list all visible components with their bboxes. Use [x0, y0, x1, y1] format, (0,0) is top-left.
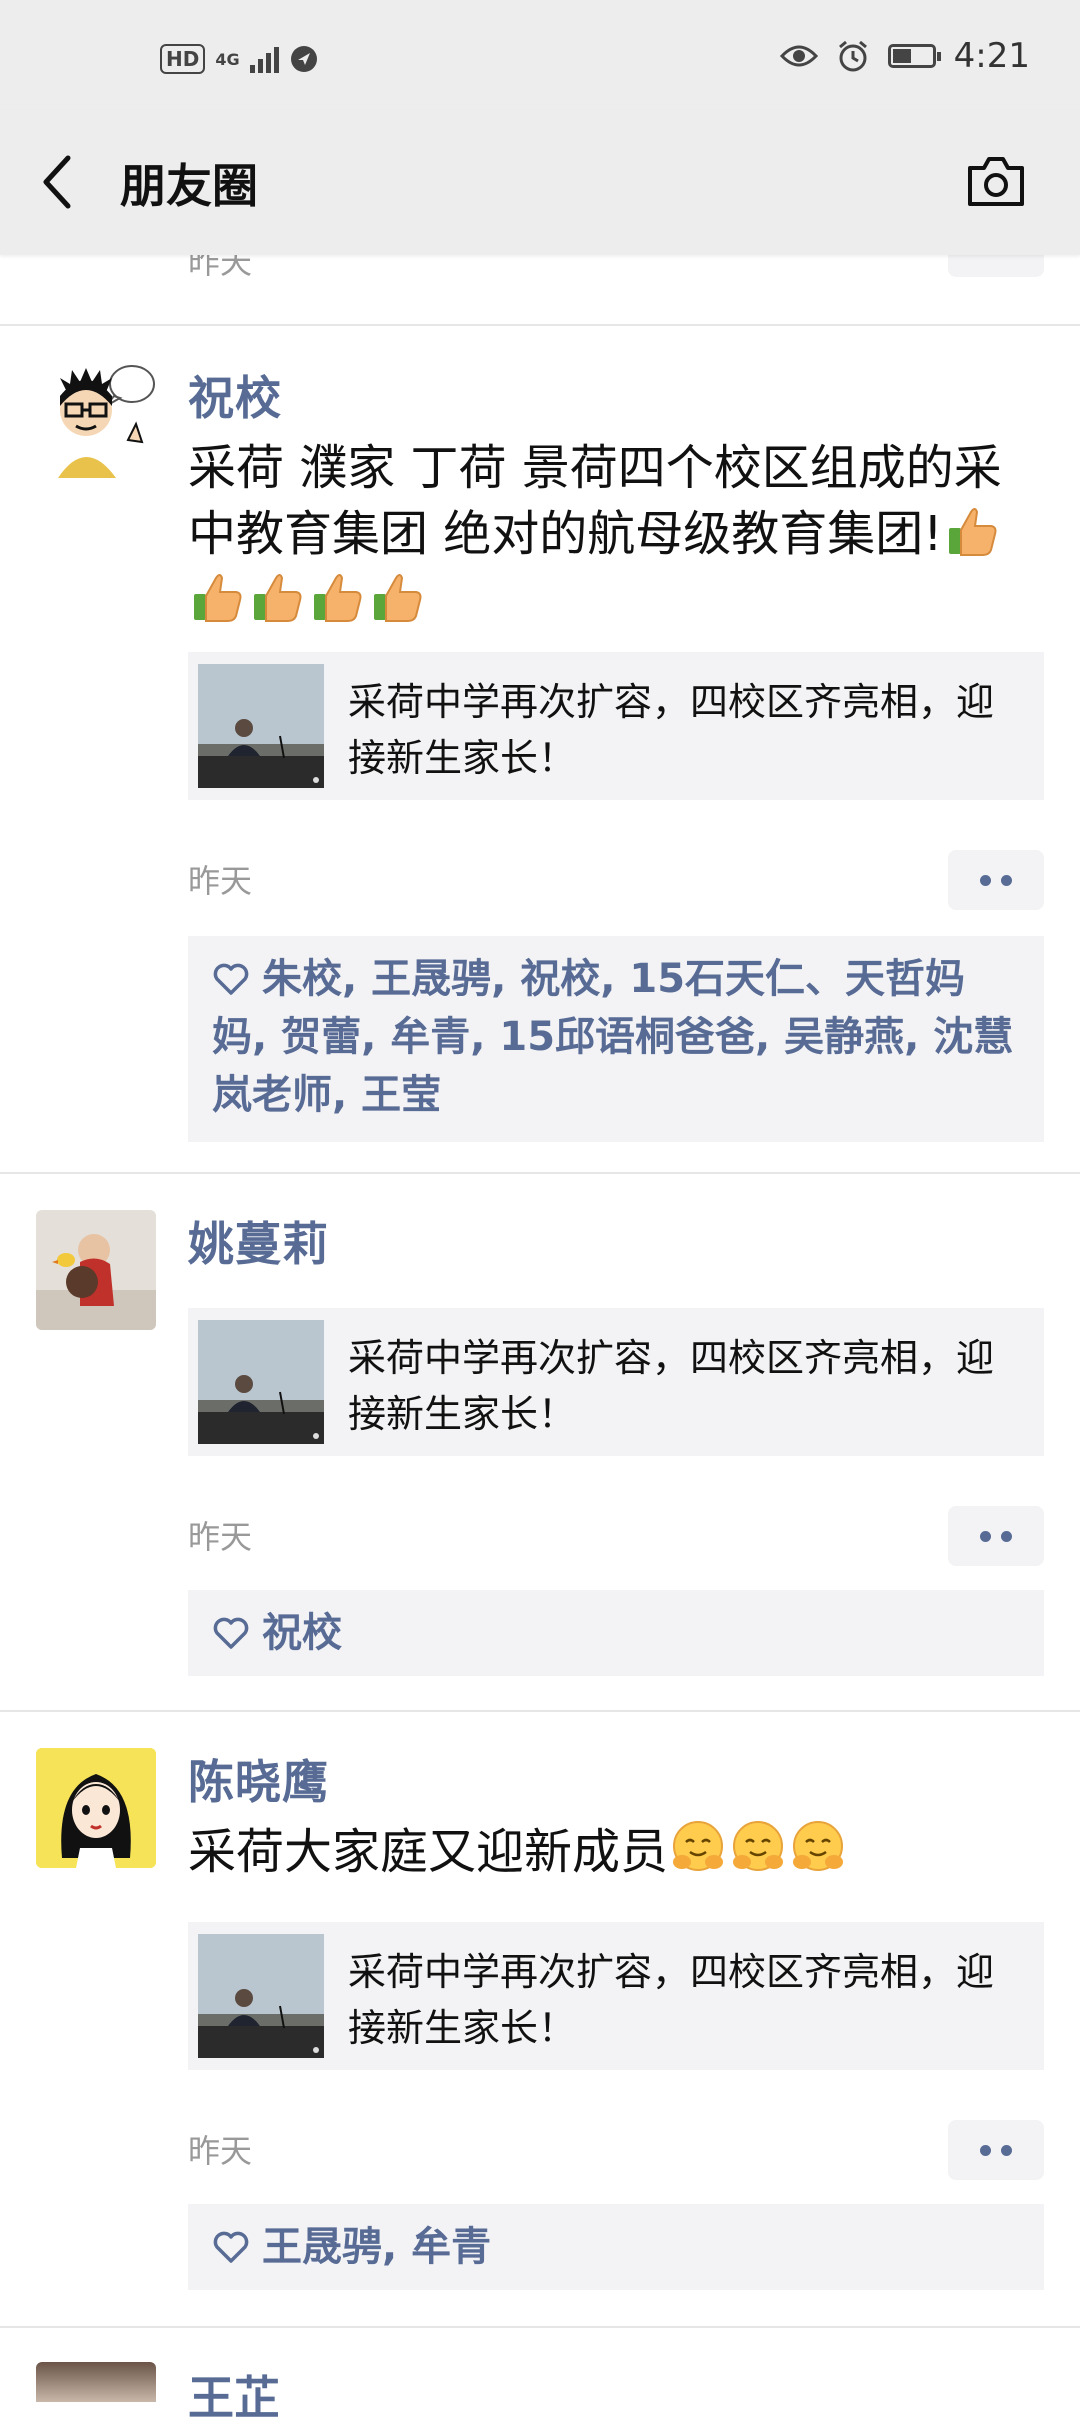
post-text-body: 采荷 濮家 丁荷 景荷四个校区组成的采中教育集团 绝对的航母级教育集团! [188, 440, 1002, 562]
liker-names[interactable]: 祝校 [262, 1610, 342, 1656]
dot-icon [980, 874, 991, 886]
link-title: 采荷中学再次扩容，四校区齐亮相，迎接新生家长！ [348, 1336, 995, 1436]
author-name[interactable]: 姚蔓莉 [188, 1208, 329, 1274]
liker-names[interactable]: 王晟骋, 牟青 [262, 2224, 491, 2270]
more-button[interactable] [948, 1506, 1044, 1566]
heart-icon [213, 963, 249, 995]
more-button[interactable] [948, 2120, 1044, 2180]
signal-icon [249, 45, 279, 73]
clock: 4:21 [953, 36, 1030, 76]
likes-box: 王晟骋, 牟青 [188, 2204, 1044, 2290]
thumbnail-image [198, 1934, 324, 2058]
moment-post: 陈晓鹰 采荷大家庭又迎新成员 采荷中学再次扩容，四校区齐亮相，迎接新生家长！ 昨… [0, 1712, 1080, 2326]
thumbs-up-emoji [194, 574, 242, 622]
likes-box: 朱校, 王晟骋, 祝校, 15石天仁、天哲妈妈, 贺蕾, 牟青, 15邱语桐爸爸… [188, 936, 1044, 1142]
link-card[interactable]: 采荷中学再次扩容，四校区齐亮相，迎接新生家长！ [188, 1922, 1044, 2070]
avatar[interactable] [36, 1748, 156, 1868]
page-title: 朋友圈 [120, 159, 258, 213]
hugging-face-emoji [733, 1821, 784, 1871]
chevron-left-icon[interactable] [34, 150, 84, 214]
status-bar: HD 4G 4:21 [0, 0, 1080, 110]
post-time: 昨天 [188, 862, 253, 900]
hug-emoji-row [668, 1821, 848, 1880]
avatar[interactable] [36, 360, 156, 480]
author-name[interactable]: 陈晓鹰 [188, 1746, 329, 1812]
heart-icon [213, 1617, 249, 1649]
divider [0, 2326, 1080, 2328]
post-text: 采荷大家庭又迎新成员 [188, 1818, 1018, 1884]
link-card[interactable]: 采荷中学再次扩容，四校区齐亮相，迎接新生家长！ [188, 1308, 1044, 1456]
post-time: 昨天 [188, 2132, 253, 2170]
moment-post: 姚蔓莉 采荷中学再次扩容，四校区齐亮相，迎接新生家长！ 昨天 祝校 [0, 1174, 1080, 1710]
author-name[interactable]: 祝校 [188, 362, 282, 428]
network-label: 4G [215, 49, 240, 69]
link-title: 采荷中学再次扩容，四校区齐亮相，迎接新生家长！ [348, 1950, 995, 2050]
cartoon-avatar-image [36, 360, 156, 480]
thumbs-up-emoji [314, 574, 362, 622]
battery-icon [887, 44, 941, 68]
thumbs-up-emoji [948, 508, 997, 556]
link-title: 采荷中学再次扩容，四校区齐亮相，迎接新生家长！ [348, 680, 995, 780]
location-icon [290, 46, 317, 72]
avatar[interactable] [36, 2362, 156, 2402]
camera-icon[interactable] [964, 152, 1028, 210]
previous-post-remnant: 昨天 [0, 243, 1080, 325]
post-text-body: 采荷大家庭又迎新成员 [188, 1824, 669, 1880]
thumbs-up-emoji [254, 574, 302, 622]
thumbs-up-emoji [374, 574, 422, 622]
alarm-icon [838, 40, 867, 72]
dot-icon [1001, 1530, 1012, 1542]
baby-photo-image [36, 1210, 156, 1330]
heart-icon [213, 2231, 249, 2263]
dot-icon [980, 1530, 991, 1542]
status-right: 4:21 [779, 36, 1030, 76]
link-thumbnail [198, 1320, 324, 1444]
dot-icon [980, 2144, 991, 2156]
dot-icon [1001, 2144, 1012, 2156]
link-thumbnail [198, 664, 324, 788]
author-name[interactable]: 王芷 [188, 2362, 280, 2428]
post-time: 昨天 [188, 1518, 253, 1556]
thumbnail-image [198, 1320, 324, 1444]
link-thumbnail [198, 1934, 324, 2058]
avatar[interactable] [36, 1210, 156, 1330]
cartoon-girl-avatar-image [36, 1748, 156, 1868]
hugging-face-emoji [673, 1821, 724, 1871]
status-left: HD 4G [160, 44, 319, 74]
link-card[interactable]: 采荷中学再次扩容，四校区齐亮相，迎接新生家长！ [188, 652, 1044, 800]
moment-post: 祝校 采荷 濮家 丁荷 景荷四个校区组成的采中教育集团 绝对的航母级教育集团! … [0, 326, 1080, 1172]
eye-icon [779, 45, 818, 67]
post-text: 采荷 濮家 丁荷 景荷四个校区组成的采中教育集团 绝对的航母级教育集团! [188, 436, 1018, 632]
more-button[interactable] [948, 255, 1044, 277]
hugging-face-emoji [793, 1821, 844, 1871]
nav-bar: 朋友圈 [0, 110, 1080, 255]
more-button[interactable] [948, 850, 1044, 910]
hd-badge: HD [160, 44, 206, 74]
likes-box: 祝校 [188, 1590, 1044, 1676]
liker-names[interactable]: 朱校, 王晟骋, 祝校, 15石天仁、天哲妈妈, 贺蕾, 牟青, 15邱语桐爸爸… [212, 956, 1013, 1118]
thumbnail-image [198, 664, 324, 788]
dot-icon [1001, 874, 1012, 886]
